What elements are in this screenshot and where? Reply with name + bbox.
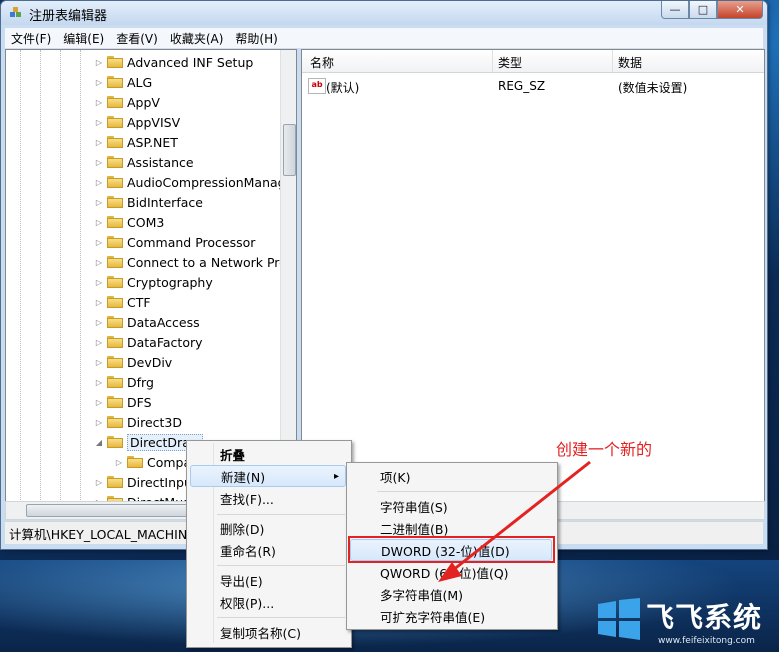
annotation-arrow <box>438 460 591 582</box>
windows-logo-icon <box>598 598 640 640</box>
watermark-text: 飞飞系统 <box>646 601 763 634</box>
watermark-url: www.feifeixitong.com <box>658 636 755 646</box>
site-watermark: 飞飞系统 www.feifeixitong.com <box>596 596 776 648</box>
